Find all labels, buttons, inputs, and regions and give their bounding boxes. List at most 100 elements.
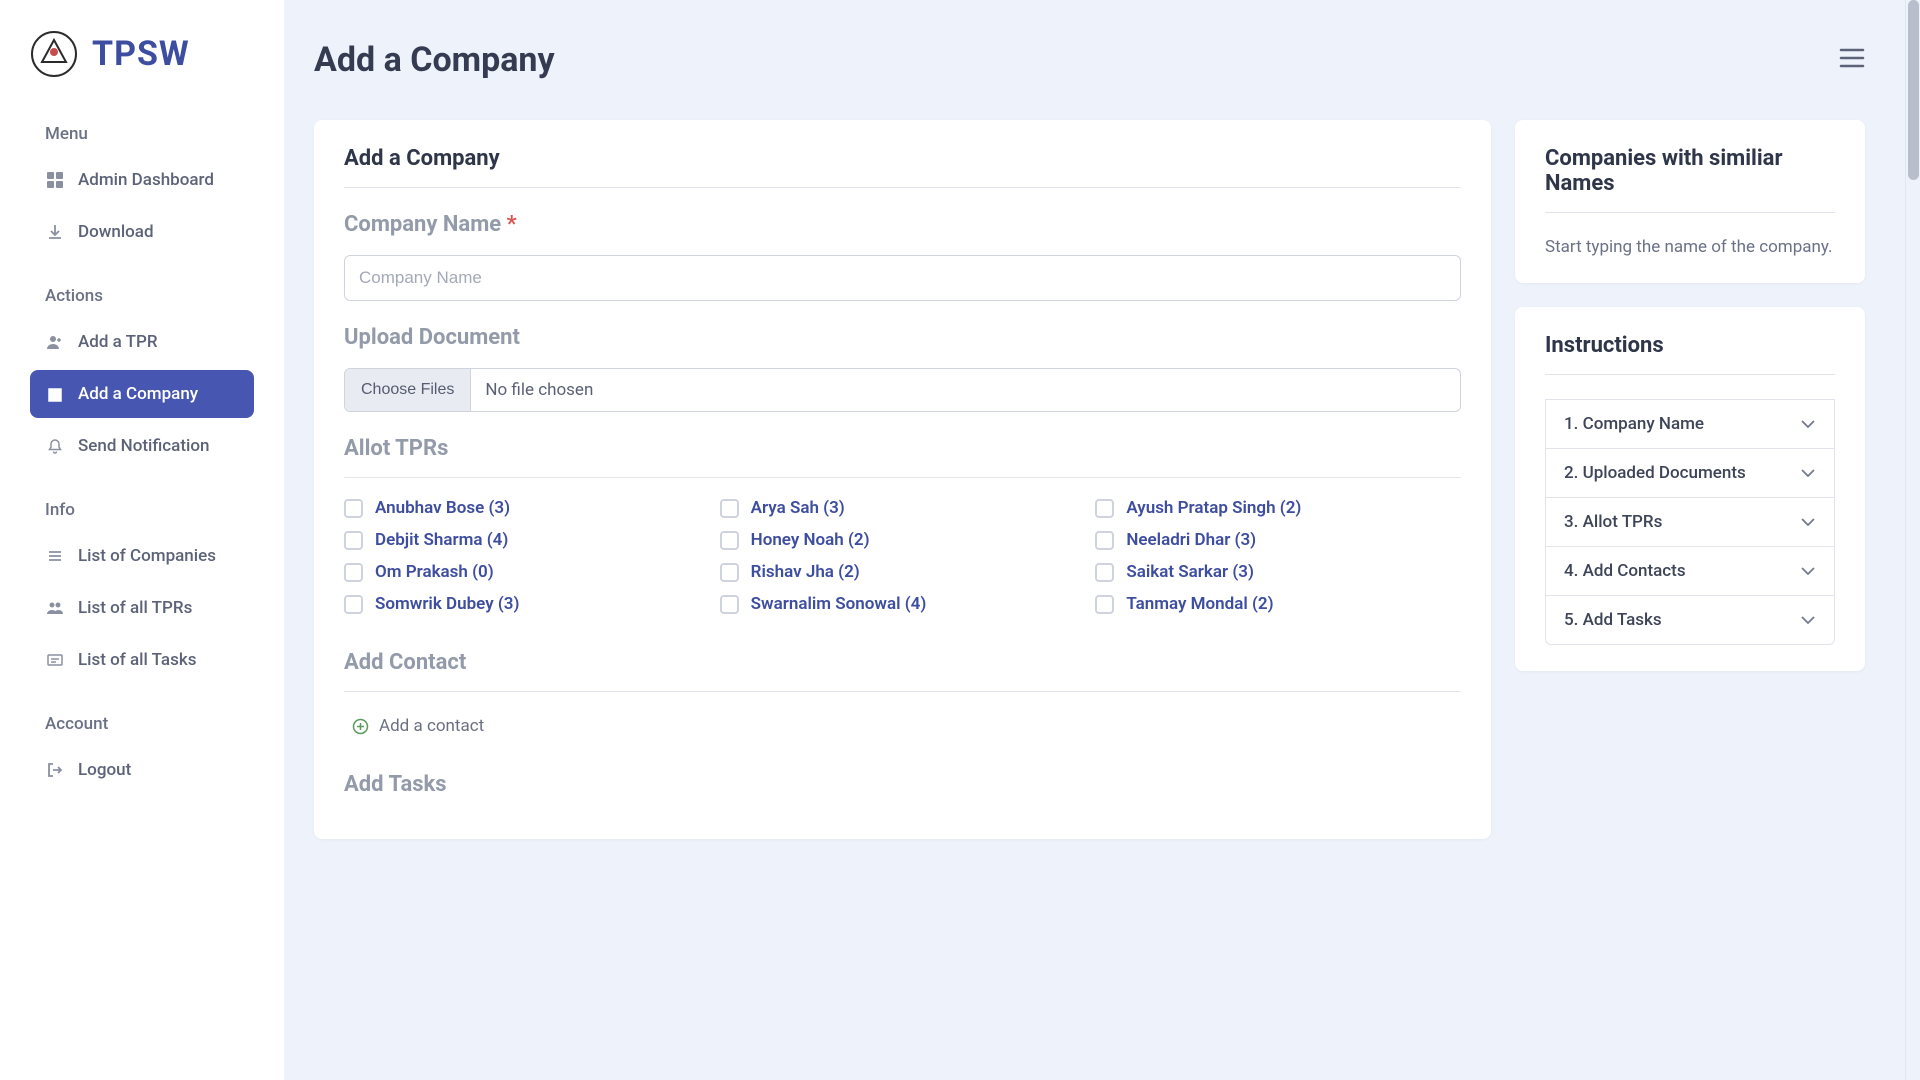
tpr-item: Om Prakash (0)	[344, 562, 710, 582]
instructions-card: Instructions 1. Company Name 2. Uploaded…	[1515, 307, 1865, 671]
tpr-checkbox[interactable]	[720, 531, 739, 550]
card-title: Add a Company	[344, 146, 1461, 188]
accordion-label: 4. Add Contacts	[1564, 561, 1686, 581]
nav-heading: Menu	[30, 112, 254, 156]
tpr-link[interactable]: Anubhav Bose (3)	[375, 498, 510, 518]
tpr-checkbox[interactable]	[720, 595, 739, 614]
tpr-item: Rishav Jha (2)	[720, 562, 1086, 582]
card-title: Instructions	[1545, 333, 1835, 375]
page-title: Add a Company	[314, 40, 555, 80]
chevron-down-icon	[1800, 414, 1816, 434]
sidebar: TPSW Menu Admin Dashboard Download Actio…	[0, 0, 284, 1080]
brand-title: TPSW	[92, 34, 190, 74]
sidebar-item-label: Admin Dashboard	[78, 170, 214, 190]
person-add-icon	[46, 333, 64, 351]
tpr-item: Anubhav Bose (3)	[344, 498, 710, 518]
dashboard-icon	[46, 171, 64, 189]
accordion-item-company-name[interactable]: 1. Company Name	[1545, 399, 1835, 448]
tpr-link[interactable]: Arya Sah (3)	[751, 498, 845, 518]
accordion-item-uploaded-documents[interactable]: 2. Uploaded Documents	[1545, 448, 1835, 497]
nav-heading: Info	[30, 488, 254, 532]
sidebar-item-add-tpr[interactable]: Add a TPR	[30, 318, 254, 366]
tpr-item: Tanmay Mondal (2)	[1095, 594, 1461, 614]
content-row: Add a Company Company Name * Upload Docu…	[314, 120, 1865, 839]
sidebar-item-label: Add a TPR	[78, 332, 158, 352]
add-tasks-label: Add Tasks	[344, 772, 1461, 813]
tpr-checkbox[interactable]	[344, 563, 363, 582]
tpr-checkbox[interactable]	[1095, 595, 1114, 614]
tpr-link[interactable]: Tanmay Mondal (2)	[1126, 594, 1273, 614]
tpr-link[interactable]: Debjit Sharma (4)	[375, 530, 508, 550]
tpr-link[interactable]: Honey Noah (2)	[751, 530, 870, 550]
scrollbar-track[interactable]	[1905, 0, 1920, 1080]
nav-section-menu: Menu Admin Dashboard Download	[0, 112, 284, 260]
sidebar-item-list-companies[interactable]: List of Companies	[30, 532, 254, 580]
tpr-link[interactable]: Om Prakash (0)	[375, 562, 494, 582]
card-list-icon	[46, 651, 64, 669]
choose-files-button[interactable]: Choose Files	[345, 369, 471, 411]
sidebar-item-list-tprs[interactable]: List of all TPRs	[30, 584, 254, 632]
accordion-item-add-contacts[interactable]: 4. Add Contacts	[1545, 546, 1835, 595]
sidebar-item-list-tasks[interactable]: List of all Tasks	[30, 636, 254, 684]
accordion-label: 2. Uploaded Documents	[1564, 463, 1746, 483]
tpr-link[interactable]: Neeladri Dhar (3)	[1126, 530, 1256, 550]
brand-logo-icon	[30, 30, 78, 78]
tpr-grid: Anubhav Bose (3) Arya Sah (3) Ayush Prat…	[344, 498, 1461, 614]
sidebar-item-download[interactable]: Download	[30, 208, 254, 256]
chevron-down-icon	[1800, 610, 1816, 630]
accordion-item-add-tasks[interactable]: 5. Add Tasks	[1545, 595, 1835, 645]
tpr-item: Honey Noah (2)	[720, 530, 1086, 550]
tpr-item: Neeladri Dhar (3)	[1095, 530, 1461, 550]
label-text: Company Name	[344, 212, 507, 237]
add-contact-text: Add a contact	[379, 716, 484, 736]
tpr-checkbox[interactable]	[344, 499, 363, 518]
tpr-checkbox[interactable]	[1095, 563, 1114, 582]
company-name-input[interactable]	[344, 255, 1461, 301]
sidebar-item-label: Logout	[78, 760, 131, 780]
accordion-label: 3. Allot TPRs	[1564, 512, 1662, 532]
tpr-link[interactable]: Swarnalim Sonowal (4)	[751, 594, 927, 614]
tpr-link[interactable]: Somwrik Dubey (3)	[375, 594, 519, 614]
chevron-down-icon	[1800, 512, 1816, 532]
logout-icon	[46, 761, 64, 779]
accordion-label: 1. Company Name	[1564, 414, 1704, 434]
tpr-item: Ayush Pratap Singh (2)	[1095, 498, 1461, 518]
nav-section-info: Info List of Companies List of all TPRs …	[0, 488, 284, 688]
tpr-link[interactable]: Saikat Sarkar (3)	[1126, 562, 1254, 582]
sidebar-item-label: Send Notification	[78, 436, 209, 456]
tpr-checkbox[interactable]	[344, 531, 363, 550]
sidebar-item-label: Add a Company	[78, 384, 198, 404]
sidebar-item-label: Download	[78, 222, 154, 242]
sidebar-item-label: List of all TPRs	[78, 598, 192, 618]
tpr-link[interactable]: Rishav Jha (2)	[751, 562, 860, 582]
file-status: No file chosen	[471, 369, 1460, 411]
sidebar-item-send-notification[interactable]: Send Notification	[30, 422, 254, 470]
nav-section-account: Account Logout	[0, 702, 284, 798]
tpr-item: Arya Sah (3)	[720, 498, 1086, 518]
nav-heading: Actions	[30, 274, 254, 318]
tpr-checkbox[interactable]	[720, 499, 739, 518]
tpr-checkbox[interactable]	[720, 563, 739, 582]
accordion-label: 5. Add Tasks	[1564, 610, 1662, 630]
tpr-item: Somwrik Dubey (3)	[344, 594, 710, 614]
scrollbar-thumb[interactable]	[1908, 0, 1919, 180]
accordion-item-allot-tprs[interactable]: 3. Allot TPRs	[1545, 497, 1835, 546]
tpr-checkbox[interactable]	[1095, 499, 1114, 518]
tpr-link[interactable]: Ayush Pratap Singh (2)	[1126, 498, 1301, 518]
add-contact-link[interactable]: Add a contact	[344, 712, 492, 740]
required-mark: *	[507, 212, 517, 237]
sidebar-item-label: List of all Tasks	[78, 650, 196, 670]
sidebar-item-logout[interactable]: Logout	[30, 746, 254, 794]
sidebar-item-label: List of Companies	[78, 546, 216, 566]
tpr-checkbox[interactable]	[1095, 531, 1114, 550]
allot-tprs-label: Allot TPRs	[344, 436, 1461, 478]
upload-label: Upload Document	[344, 325, 1461, 350]
add-contact-label: Add Contact	[344, 650, 1461, 692]
sidebar-item-add-company[interactable]: Add a Company	[30, 370, 254, 418]
chevron-down-icon	[1800, 561, 1816, 581]
hamburger-icon[interactable]	[1839, 47, 1865, 73]
people-icon	[46, 599, 64, 617]
sidebar-item-admin-dashboard[interactable]: Admin Dashboard	[30, 156, 254, 204]
tpr-checkbox[interactable]	[344, 595, 363, 614]
card-title: Companies with similiar Names	[1545, 146, 1835, 213]
